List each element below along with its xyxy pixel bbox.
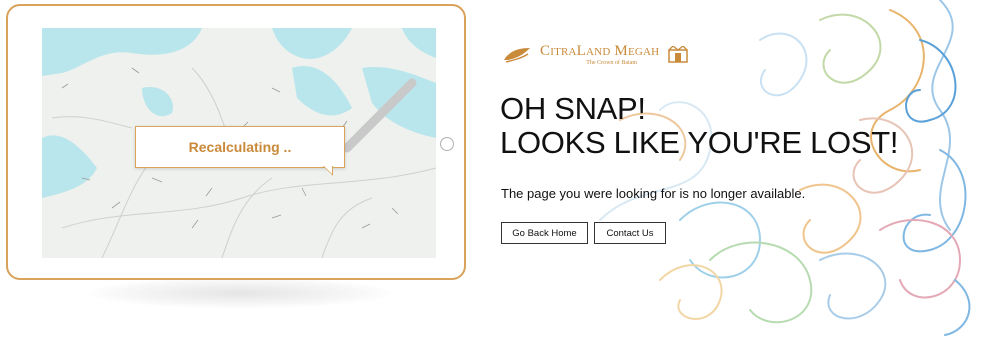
go-back-home-button[interactable]: Go Back Home (501, 222, 588, 244)
headline-line-2: LOOKS LIKE YOU'RE LOST! (500, 125, 899, 160)
callout-text: Recalculating .. (188, 139, 292, 155)
error-message: The page you were looking for is no long… (501, 186, 806, 201)
recalculating-callout: Recalculating .. (135, 126, 345, 168)
callout-tail-inner (324, 166, 332, 174)
tablet-home-button-icon (440, 137, 454, 151)
brand-tagline: The Crown of Batam (586, 60, 638, 66)
brand-name: CitraLand Megah (540, 43, 660, 59)
crown-emblem-icon (668, 46, 689, 63)
brand-logo: CitraLand Megah The Crown of Batam (502, 44, 689, 66)
error-headline: OH SNAP! LOOKS LIKE YOU'RE LOST! (500, 92, 898, 160)
tablet-shadow (90, 278, 390, 308)
leaf-logo-icon (504, 48, 530, 63)
headline-line-1: OH SNAP! (500, 91, 646, 126)
contact-us-button[interactable]: Contact Us (594, 222, 666, 244)
